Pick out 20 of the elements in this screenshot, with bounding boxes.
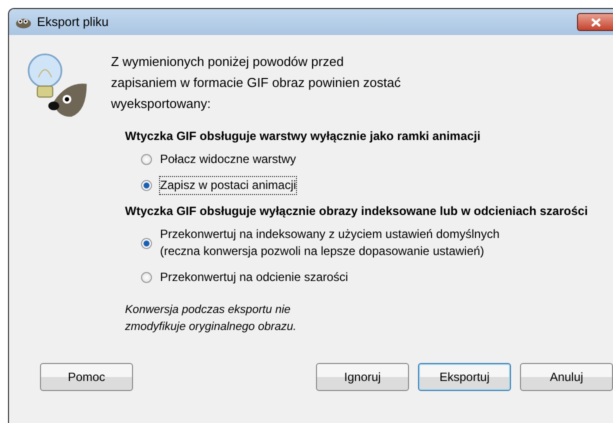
radio-button[interactable] <box>141 154 152 165</box>
option-label[interactable]: Przekonwertuj na indeksowany z użyciem ustawień domyślnych <box>160 226 500 243</box>
close-icon <box>590 18 600 26</box>
help-button[interactable]: Pomoc <box>40 363 133 391</box>
option-note: (reczna konwersja pozwoli na lepsze dopasowanie ustawień) <box>160 243 486 260</box>
option-label[interactable]: Przekonwertuj na odcienie szarości <box>160 269 348 286</box>
dialog-button[interactable]: Ignoruj <box>316 363 409 391</box>
close-button[interactable] <box>577 13 613 31</box>
radio-button[interactable] <box>141 238 152 248</box>
option-label[interactable]: Zapisz w postaci animacji <box>160 177 296 194</box>
section-heading: Wtyczka GIF obsługuje warstwy wyłącznie jako ramki animacji <box>125 129 482 143</box>
option-label[interactable]: Połacz widoczne warstwy <box>160 151 296 168</box>
dialog-button[interactable]: Eksportuj <box>418 363 511 391</box>
radio-button[interactable] <box>141 272 152 283</box>
intro-text: Z wymienionych poniżej powodów przed zapisaniem w formacie GIF obraz powinien zostać wyeksportowany: <box>111 53 402 113</box>
footnote-text: Konwersja podczas eksportu nie zmodyfikuje oryginalnego obrazu. <box>125 303 298 335</box>
dialog-button[interactable]: Anuluj <box>520 363 613 391</box>
section-heading: Wtyczka GIF obsługuje wyłącznie obrazy indeksowane lub w odcieniach szarości <box>125 204 589 218</box>
window-title: Eksport pliku <box>37 15 109 29</box>
radio-button[interactable] <box>141 180 152 191</box>
